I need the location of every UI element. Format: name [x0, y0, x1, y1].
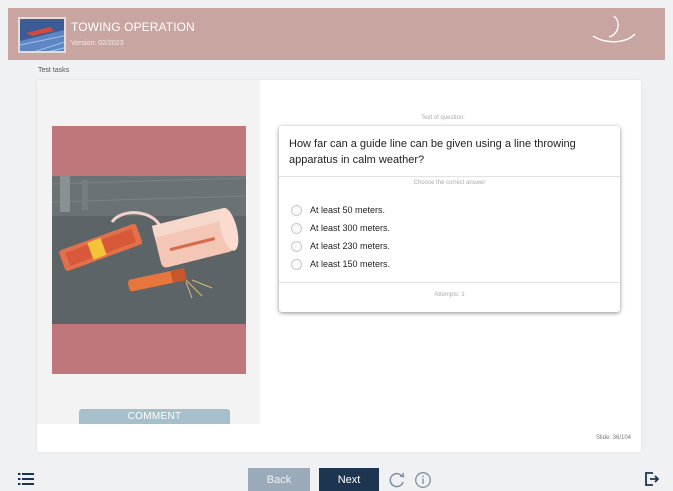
back-button[interactable]: Back	[248, 468, 310, 491]
radio-button[interactable]	[291, 204, 302, 216]
answer-option-2[interactable]: At least 300 meters.	[291, 219, 390, 237]
test-card: COMMENT Text of question: How far can a …	[37, 80, 641, 452]
app-version: Version: 02/2023	[71, 40, 124, 47]
photo-frame	[52, 126, 246, 374]
menu-icon[interactable]	[18, 473, 34, 485]
answer-label[interactable]: At least 230 meters.	[310, 241, 390, 251]
brand-logo	[592, 15, 636, 43]
attempts-counter: Attempts: 1	[434, 292, 465, 298]
choose-answer-label: Choose the correct answer	[413, 180, 486, 186]
answer-label[interactable]: At least 150 meters.	[310, 259, 390, 269]
question-text: How far can a guide line can be given us…	[289, 138, 576, 166]
radio-button[interactable]	[291, 240, 302, 252]
slide-counter: Slide: 36/104	[595, 435, 631, 441]
question-caption: Text of question:	[421, 115, 465, 121]
answer-label[interactable]: At least 300 meters.	[310, 223, 390, 233]
radio-button[interactable]	[291, 222, 302, 234]
next-button[interactable]: Next	[319, 468, 379, 491]
reload-icon[interactable]	[388, 471, 406, 489]
exit-icon[interactable]	[645, 472, 659, 486]
answer-label[interactable]: At least 50 meters.	[310, 205, 385, 215]
answer-option-4[interactable]: At least 150 meters.	[291, 255, 390, 273]
divider	[279, 282, 620, 283]
media-panel: COMMENT	[37, 80, 260, 424]
section-label: Test tasks	[38, 67, 70, 74]
question-box: How far can a guide line can be given us…	[279, 126, 620, 312]
app-logo	[18, 17, 66, 53]
comment-button[interactable]: COMMENT	[79, 409, 230, 424]
info-icon[interactable]	[414, 471, 432, 489]
radio-button[interactable]	[291, 258, 302, 270]
equipment-photo	[52, 176, 246, 324]
divider	[279, 176, 620, 177]
answer-list: At least 50 meters. At least 300 meters.…	[291, 201, 390, 273]
app-header: TOWING OPERATION Version: 02/2023	[8, 8, 665, 60]
answer-option-3[interactable]: At least 230 meters.	[291, 237, 390, 255]
app-title: TOWING OPERATION	[71, 20, 195, 34]
answer-option-1[interactable]: At least 50 meters.	[291, 201, 390, 219]
